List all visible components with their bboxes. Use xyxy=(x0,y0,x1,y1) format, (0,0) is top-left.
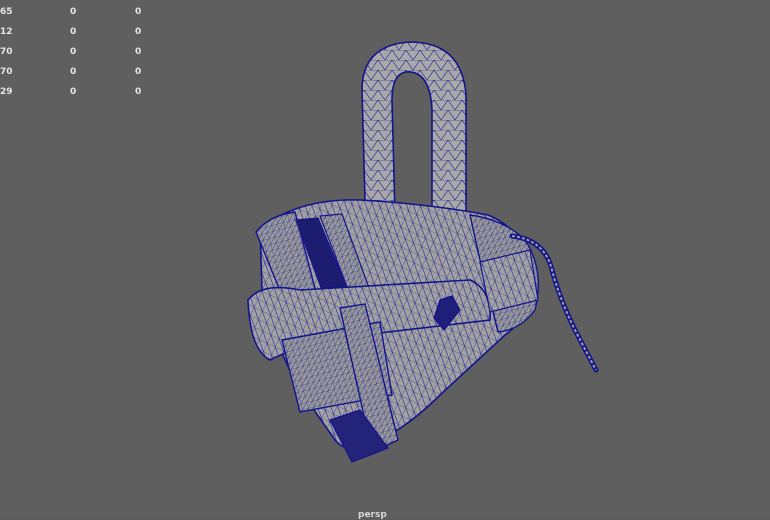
wireframe-stage-light-model[interactable] xyxy=(0,0,770,517)
camera-name-label: persp xyxy=(358,510,387,520)
lamp-body xyxy=(247,199,540,463)
3d-viewport[interactable]: 65 0 0 12 0 0 70 0 0 70 0 0 29 0 0 persp xyxy=(0,0,770,520)
